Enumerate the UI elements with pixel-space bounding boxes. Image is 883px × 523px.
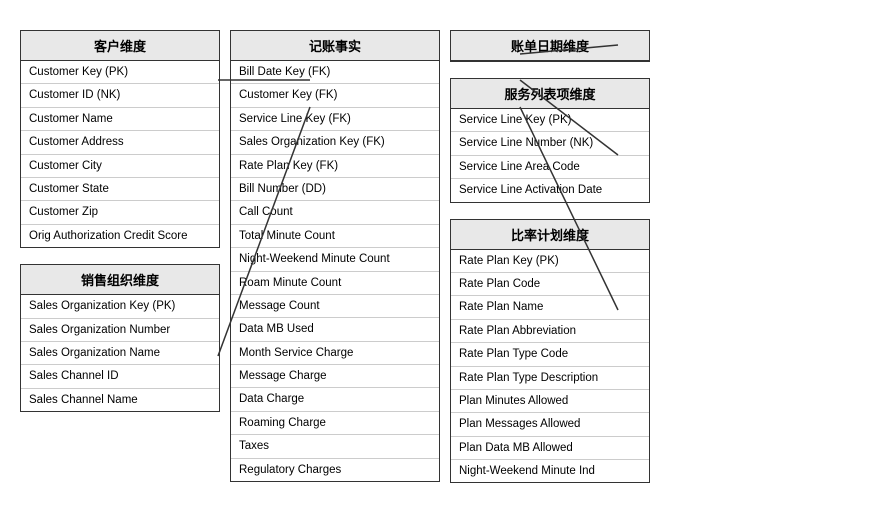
table-row: Month Service Charge bbox=[231, 342, 439, 365]
service-line-dimension-table: 服务列表项维度 Service Line Key (PK) Service Li… bbox=[450, 78, 650, 203]
rate-plan-dimension-header: 比率计划维度 bbox=[451, 220, 649, 250]
bill-date-dimension-header: 账单日期维度 bbox=[451, 31, 649, 61]
table-row: Sales Organization Key (FK) bbox=[231, 131, 439, 154]
table-row: Service Line Activation Date bbox=[451, 179, 649, 201]
billing-fact-table: 记账事实 Bill Date Key (FK) Customer Key (FK… bbox=[230, 30, 440, 482]
sales-org-dimension-table: 销售组织维度 Sales Organization Key (PK) Sales… bbox=[20, 264, 220, 412]
table-row: Rate Plan Type Description bbox=[451, 367, 649, 390]
table-row: Night-Weekend Minute Ind bbox=[451, 460, 649, 482]
table-row: Rate Plan Type Code bbox=[451, 343, 649, 366]
table-row: Service Line Key (PK) bbox=[451, 109, 649, 132]
table-row: Customer Address bbox=[21, 131, 219, 154]
table-row: Sales Organization Key (PK) bbox=[21, 295, 219, 318]
table-row: Sales Organization Number bbox=[21, 319, 219, 342]
table-row: Customer Key (FK) bbox=[231, 84, 439, 107]
table-row: Customer City bbox=[21, 155, 219, 178]
table-row: Customer State bbox=[21, 178, 219, 201]
table-row: Bill Number (DD) bbox=[231, 178, 439, 201]
table-row: Total Minute Count bbox=[231, 225, 439, 248]
customer-dimension-table: 客户维度 Customer Key (PK) Customer ID (NK) … bbox=[20, 30, 220, 248]
table-row: Customer Zip bbox=[21, 201, 219, 224]
table-row: Data Charge bbox=[231, 388, 439, 411]
table-row: Bill Date Key (FK) bbox=[231, 61, 439, 84]
table-row: Sales Organization Name bbox=[21, 342, 219, 365]
table-row: Data MB Used bbox=[231, 318, 439, 341]
table-row: Service Line Key (FK) bbox=[231, 108, 439, 131]
table-row: Customer Key (PK) bbox=[21, 61, 219, 84]
table-row: Roam Minute Count bbox=[231, 272, 439, 295]
billing-fact-header: 记账事实 bbox=[231, 31, 439, 61]
table-row: Night-Weekend Minute Count bbox=[231, 248, 439, 271]
table-row: Rate Plan Key (FK) bbox=[231, 155, 439, 178]
bill-date-dimension-table: 账单日期维度 bbox=[450, 30, 650, 62]
table-row: Rate Plan Key (PK) bbox=[451, 250, 649, 273]
rate-plan-dimension-table: 比率计划维度 Rate Plan Key (PK) Rate Plan Code… bbox=[450, 219, 650, 484]
customer-dimension-header: 客户维度 bbox=[21, 31, 219, 61]
table-row: Orig Authorization Credit Score bbox=[21, 225, 219, 247]
table-row: Message Count bbox=[231, 295, 439, 318]
table-row: Plan Data MB Allowed bbox=[451, 437, 649, 460]
table-row: Rate Plan Name bbox=[451, 296, 649, 319]
table-row: Plan Minutes Allowed bbox=[451, 390, 649, 413]
table-row: Sales Channel Name bbox=[21, 389, 219, 411]
table-row: Call Count bbox=[231, 201, 439, 224]
table-row: Service Line Number (NK) bbox=[451, 132, 649, 155]
table-row: Rate Plan Code bbox=[451, 273, 649, 296]
right-column: 账单日期维度 服务列表项维度 Service Line Key (PK) Ser… bbox=[450, 30, 650, 483]
sales-org-dimension-header: 销售组织维度 bbox=[21, 265, 219, 295]
left-column: 客户维度 Customer Key (PK) Customer ID (NK) … bbox=[20, 30, 220, 412]
table-row: Customer Name bbox=[21, 108, 219, 131]
table-row: Regulatory Charges bbox=[231, 459, 439, 481]
table-row: Message Charge bbox=[231, 365, 439, 388]
table-row: Rate Plan Abbreviation bbox=[451, 320, 649, 343]
table-row: Service Line Area Code bbox=[451, 156, 649, 179]
table-row: Plan Messages Allowed bbox=[451, 413, 649, 436]
service-line-dimension-header: 服务列表项维度 bbox=[451, 79, 649, 109]
table-row: Roaming Charge bbox=[231, 412, 439, 435]
table-row: Sales Channel ID bbox=[21, 365, 219, 388]
diagram-container: 客户维度 Customer Key (PK) Customer ID (NK) … bbox=[20, 20, 863, 483]
table-row: Taxes bbox=[231, 435, 439, 458]
table-row: Customer ID (NK) bbox=[21, 84, 219, 107]
